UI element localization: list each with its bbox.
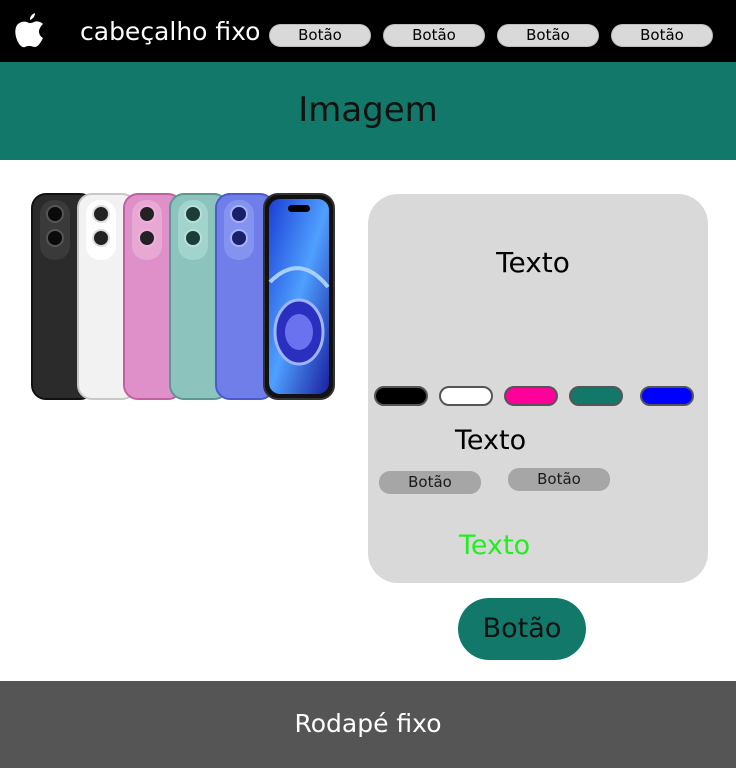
card-subtitle: Texto: [455, 425, 527, 456]
color-swatch-green[interactable]: [569, 386, 623, 406]
nav-button-1[interactable]: Botão: [269, 24, 371, 47]
banner: Imagem: [0, 62, 736, 160]
phones-image: [31, 193, 335, 400]
card-title: Texto: [496, 246, 570, 279]
color-swatch-black[interactable]: [374, 386, 428, 406]
card-note: Texto: [459, 530, 531, 561]
banner-title: Imagem: [298, 90, 438, 130]
main-button[interactable]: Botão: [458, 598, 586, 660]
nav-button-2[interactable]: Botão: [383, 24, 485, 47]
footer: Rodapé fixo: [0, 681, 736, 768]
nav-button-4[interactable]: Botão: [611, 24, 713, 47]
color-swatch-pink[interactable]: [504, 386, 558, 406]
apple-logo-icon[interactable]: [13, 11, 45, 49]
card-button-1[interactable]: Botão: [379, 471, 481, 494]
nav-button-3[interactable]: Botão: [497, 24, 599, 47]
color-swatch-blue[interactable]: [640, 386, 694, 406]
card-button-2[interactable]: Botão: [508, 468, 610, 491]
header-title: cabeçalho fixo: [80, 17, 261, 46]
header: cabeçalho fixo Botão Botão Botão Botão: [0, 0, 736, 62]
footer-text: Rodapé fixo: [294, 709, 442, 738]
color-swatch-white[interactable]: [439, 386, 493, 406]
